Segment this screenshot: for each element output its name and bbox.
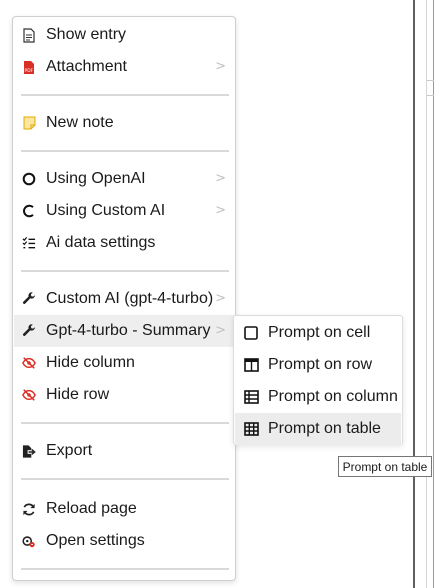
chevron-right-icon: > xyxy=(215,323,226,338)
menu-item-using-custom-ai[interactable]: Using Custom AI > xyxy=(14,195,234,227)
menu-item-hide-row[interactable]: Hide row xyxy=(14,379,234,411)
menu-item-label: Reload page xyxy=(46,500,137,517)
menu-item-using-openai[interactable]: Using OpenAI > xyxy=(14,163,234,195)
row-icon xyxy=(243,357,259,373)
menu-item-label: Hide row xyxy=(46,386,110,403)
menu-item-label: Hide column xyxy=(46,354,135,371)
submenu-item-prompt-on-row[interactable]: Prompt on row xyxy=(235,349,401,381)
submenu-item-label: Prompt on row xyxy=(268,356,373,373)
eye-slash-icon xyxy=(22,387,36,403)
wrench-icon xyxy=(22,291,36,307)
menu-separator xyxy=(21,270,229,272)
cell-icon xyxy=(243,325,259,341)
menu-item-label: Show entry xyxy=(46,26,127,43)
submenu-item-prompt-on-column[interactable]: Prompt on column xyxy=(235,381,401,413)
menu-item-export[interactable]: Export xyxy=(14,435,234,467)
menu-separator xyxy=(21,150,229,152)
wrench-icon xyxy=(22,323,36,339)
submenu-item-label: Prompt on table xyxy=(268,420,381,437)
menu-separator xyxy=(21,478,229,480)
circle-icon xyxy=(22,171,36,187)
menu-item-label: Custom AI (gpt-4-turbo) xyxy=(46,290,214,307)
settings-icon xyxy=(22,533,36,549)
reload-icon xyxy=(22,501,36,517)
menu-item-label: Open settings xyxy=(46,532,145,549)
export-icon xyxy=(22,443,36,459)
svg-text:PDF: PDF xyxy=(25,68,34,74)
chevron-right-icon: > xyxy=(215,203,226,218)
menu-separator xyxy=(21,568,229,570)
menu-separator xyxy=(21,94,229,96)
table-icon xyxy=(243,421,259,437)
menu-item-hide-column[interactable]: Hide column xyxy=(14,347,234,379)
background-panel-edge xyxy=(426,0,434,588)
context-menu: Show entry PDF Attachment > New note Usi… xyxy=(12,16,236,581)
chevron-right-icon: > xyxy=(215,171,226,186)
menu-item-label: Export xyxy=(46,442,93,459)
menu-item-label: Using Custom AI xyxy=(46,202,166,219)
background-row-line xyxy=(427,95,434,96)
menu-separator xyxy=(21,422,229,424)
document-icon xyxy=(22,27,36,43)
menu-item-new-note[interactable]: New note xyxy=(14,107,234,139)
checklist-icon xyxy=(22,235,36,251)
background-divider xyxy=(413,0,415,588)
menu-item-label: Using OpenAI xyxy=(46,170,146,187)
background-row-line xyxy=(427,80,434,81)
menu-item-custom-ai-gpt4[interactable]: Custom AI (gpt-4-turbo) > xyxy=(14,283,234,315)
menu-item-gpt4-summary[interactable]: Gpt-4-turbo - Summary > xyxy=(14,315,234,347)
menu-item-reload-page[interactable]: Reload page xyxy=(14,493,234,525)
tooltip: Prompt on table xyxy=(338,456,432,477)
open-circle-icon xyxy=(22,203,36,219)
menu-item-label: Ai data settings xyxy=(46,234,156,251)
chevron-right-icon: > xyxy=(215,291,226,306)
submenu-item-label: Prompt on cell xyxy=(268,324,371,341)
menu-item-label: New note xyxy=(46,114,114,131)
submenu-gpt4-summary: Prompt on cell Prompt on row Prompt on c… xyxy=(233,315,403,445)
chevron-right-icon: > xyxy=(215,59,226,74)
menu-item-label: Attachment xyxy=(46,58,127,75)
eye-slash-icon xyxy=(22,355,36,371)
menu-item-show-entry[interactable]: Show entry xyxy=(14,19,234,51)
column-icon xyxy=(243,389,259,405)
menu-item-open-settings[interactable]: Open settings xyxy=(14,525,234,557)
note-icon xyxy=(22,115,36,131)
submenu-item-prompt-on-table[interactable]: Prompt on table xyxy=(235,413,401,445)
menu-item-attachment[interactable]: PDF Attachment > xyxy=(14,51,234,83)
submenu-item-label: Prompt on column xyxy=(268,388,398,405)
submenu-item-prompt-on-cell[interactable]: Prompt on cell xyxy=(235,317,401,349)
menu-item-label: Gpt-4-turbo - Summary xyxy=(46,322,211,339)
menu-item-ai-data-settings[interactable]: Ai data settings xyxy=(14,227,234,259)
pdf-icon: PDF xyxy=(22,59,36,75)
